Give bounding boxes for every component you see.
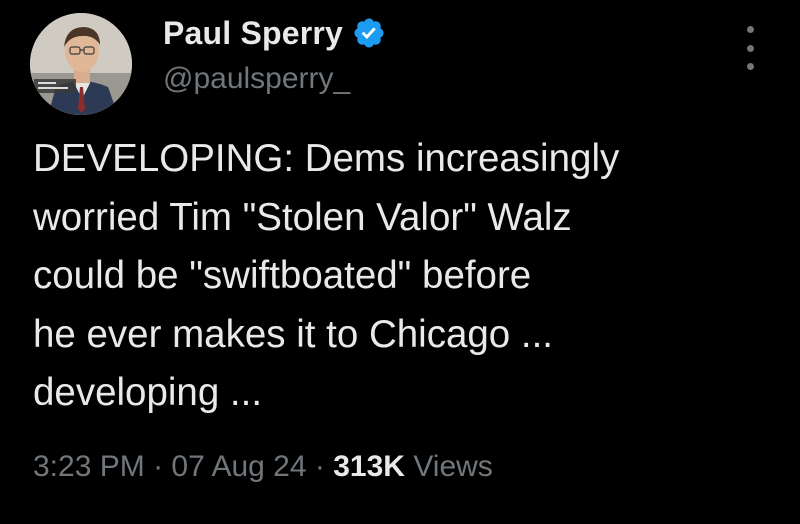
tweet-text-line: developing ... <box>33 371 263 414</box>
author-handle[interactable]: @paulsperry_ <box>163 62 350 96</box>
meta-separator: · <box>153 450 164 483</box>
avatar[interactable] <box>30 13 132 115</box>
author-display-name[interactable]: Paul Sperry <box>163 15 343 52</box>
views-label: Views <box>413 450 493 483</box>
views-count: 313K <box>333 450 405 483</box>
more-dot <box>746 26 754 33</box>
tweet-text-line: he ever makes it to Chicago ... <box>33 312 553 356</box>
tweet-meta: 3:23 PM · 07 Aug 24 · 313K Views <box>33 450 493 484</box>
more-dot <box>746 63 754 70</box>
author-name-row: Paul Sperry <box>163 13 386 53</box>
tweet-date[interactable]: 07 Aug 24 <box>171 450 306 483</box>
avatar-image <box>30 13 132 115</box>
tweet-text-line: worried Tim "Stolen Valor" Walz <box>33 195 572 239</box>
tweet-text-line: could be "swiftboated" before <box>33 254 532 297</box>
meta-separator: · <box>314 450 325 483</box>
more-options-icon[interactable] <box>740 26 760 70</box>
tweet-text: DEVELOPING: Dems increasingly worried Ti… <box>33 130 773 423</box>
more-dot <box>746 44 754 52</box>
verified-badge-icon <box>354 18 384 48</box>
tweet-text-line: DEVELOPING: Dems increasingly <box>33 137 620 180</box>
tweet-time[interactable]: 3:23 PM <box>33 450 145 483</box>
